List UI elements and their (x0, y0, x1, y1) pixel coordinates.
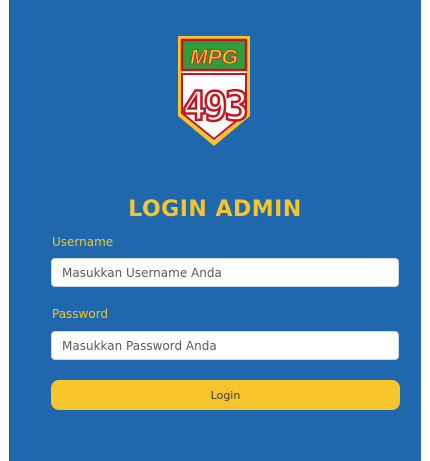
login-button[interactable]: Login (51, 380, 400, 410)
logo-top-text: MPG (190, 46, 238, 69)
password-label: Password (52, 307, 109, 321)
page-title: LOGIN ADMIN (128, 197, 302, 222)
username-label: Username (52, 235, 114, 249)
mpg-logo: MPG 493 (178, 36, 251, 146)
username-input[interactable] (51, 258, 399, 287)
logo-bottom-text: 493 (182, 84, 246, 130)
password-input[interactable] (51, 331, 399, 360)
